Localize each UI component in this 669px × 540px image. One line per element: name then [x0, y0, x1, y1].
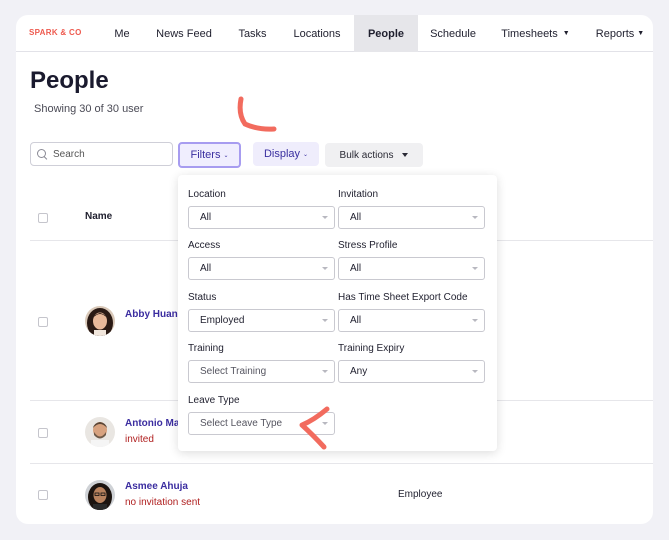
caret-down-icon	[472, 319, 478, 322]
caret-down-icon	[322, 319, 328, 322]
row-divider	[30, 463, 653, 464]
chevron-down-icon: ▼	[637, 30, 645, 37]
result-count: Showing 30 of 30 user	[34, 103, 144, 115]
nav-label: Timesheets	[501, 27, 558, 40]
nav-item-news-feed[interactable]: News Feed	[149, 15, 219, 52]
filter-label-export-code: Has Time Sheet Export Code	[338, 292, 468, 303]
caret-down-icon	[322, 422, 328, 425]
search-box[interactable]	[30, 142, 173, 166]
avatar	[85, 480, 115, 510]
filter-label-training-expiry: Training Expiry	[338, 343, 405, 354]
status-select[interactable]: Employed	[188, 309, 335, 332]
export-code-select[interactable]: All	[338, 309, 485, 332]
caret-down-icon	[322, 267, 328, 270]
nav-label: Tasks	[238, 27, 267, 40]
page-title: People	[30, 67, 109, 94]
filters-button[interactable]: Filters ⌄	[178, 142, 241, 168]
nav-item-timesheets[interactable]: Timesheets ▼	[497, 15, 574, 52]
leave-type-select[interactable]: Select Leave Type	[188, 412, 335, 435]
chevron-down-icon: ▼	[562, 30, 570, 37]
avatar	[85, 306, 115, 336]
training-expiry-select[interactable]: Any	[338, 360, 485, 383]
bulk-actions-label: Bulk actions	[339, 149, 394, 161]
nav-item-locations[interactable]: Locations	[284, 15, 350, 52]
caret-down-icon	[472, 216, 478, 219]
person-name-link[interactable]: Abby Huang	[125, 309, 184, 320]
nav-item-me[interactable]: Me	[106, 15, 138, 52]
display-button[interactable]: Display ⌄	[253, 142, 319, 166]
filter-label-leave-type: Leave Type	[188, 395, 240, 406]
caret-down-icon	[472, 370, 478, 373]
filters-label: Filters	[190, 149, 221, 161]
select-value: All	[200, 212, 212, 223]
filter-label-training: Training	[188, 343, 224, 354]
column-header-name: Name	[85, 211, 113, 222]
select-value: Select Training	[200, 366, 267, 377]
person-role: Employee	[398, 489, 443, 500]
filter-label-location: Location	[188, 189, 226, 200]
search-icon	[37, 149, 47, 159]
app-window: SPARK & CO Me News Feed Tasks Locations …	[16, 15, 653, 524]
caret-down-icon	[402, 153, 409, 157]
access-select[interactable]: All	[188, 257, 335, 280]
select-value: All	[350, 315, 362, 326]
nav-label: Reports	[595, 27, 635, 40]
caret-down-icon	[322, 370, 328, 373]
select-value: Any	[350, 366, 368, 377]
invitation-select[interactable]: All	[338, 206, 485, 229]
filter-label-invitation: Invitation	[338, 189, 379, 200]
nav-label: People	[367, 27, 405, 40]
bulk-actions-button[interactable]: Bulk actions	[325, 143, 423, 167]
nav-label: Locations	[293, 27, 341, 40]
top-nav: SPARK & CO Me News Feed Tasks Locations …	[16, 15, 653, 52]
chevron-down-icon: ⌄	[223, 152, 229, 159]
avatar	[85, 417, 115, 447]
caret-down-icon	[472, 267, 478, 270]
location-select[interactable]: All	[188, 206, 335, 229]
nav-label: Me	[114, 27, 130, 40]
nav-item-tasks[interactable]: Tasks	[231, 15, 274, 52]
invitation-status: no invitation sent	[125, 497, 201, 508]
chevron-down-icon: ⌄	[303, 151, 309, 158]
nav-item-schedule[interactable]: Schedule	[424, 15, 482, 52]
select-value: Select Leave Type	[200, 418, 283, 429]
nav-label: Schedule	[430, 27, 476, 40]
search-input[interactable]	[53, 148, 163, 160]
select-value: All	[200, 263, 212, 274]
caret-down-icon	[322, 216, 328, 219]
person-name-link[interactable]: Asmee Ahuja	[125, 481, 188, 492]
brand-logo[interactable]: SPARK & CO	[29, 28, 82, 37]
nav-item-people[interactable]: People	[354, 15, 418, 52]
select-value: Employed	[200, 315, 245, 326]
row-checkbox[interactable]	[38, 490, 48, 500]
row-checkbox[interactable]	[38, 428, 48, 438]
filter-label-stress-profile: Stress Profile	[338, 240, 398, 251]
invitation-status: invited	[125, 434, 154, 445]
stress-profile-select[interactable]: All	[338, 257, 485, 280]
nav-label: News Feed	[156, 27, 212, 40]
display-label: Display	[263, 148, 301, 160]
filter-label-status: Status	[188, 292, 217, 303]
training-select[interactable]: Select Training	[188, 360, 335, 383]
select-all-checkbox[interactable]	[38, 213, 48, 223]
nav-item-reports[interactable]: Reports ▼	[590, 15, 650, 52]
filters-panel: Location All Invitation All Access All S…	[178, 175, 497, 451]
filter-label-access: Access	[188, 240, 221, 251]
select-value: All	[350, 263, 362, 274]
select-value: All	[350, 212, 362, 223]
person-name-link[interactable]: Antonio Ma	[125, 418, 179, 429]
row-checkbox[interactable]	[38, 317, 48, 327]
